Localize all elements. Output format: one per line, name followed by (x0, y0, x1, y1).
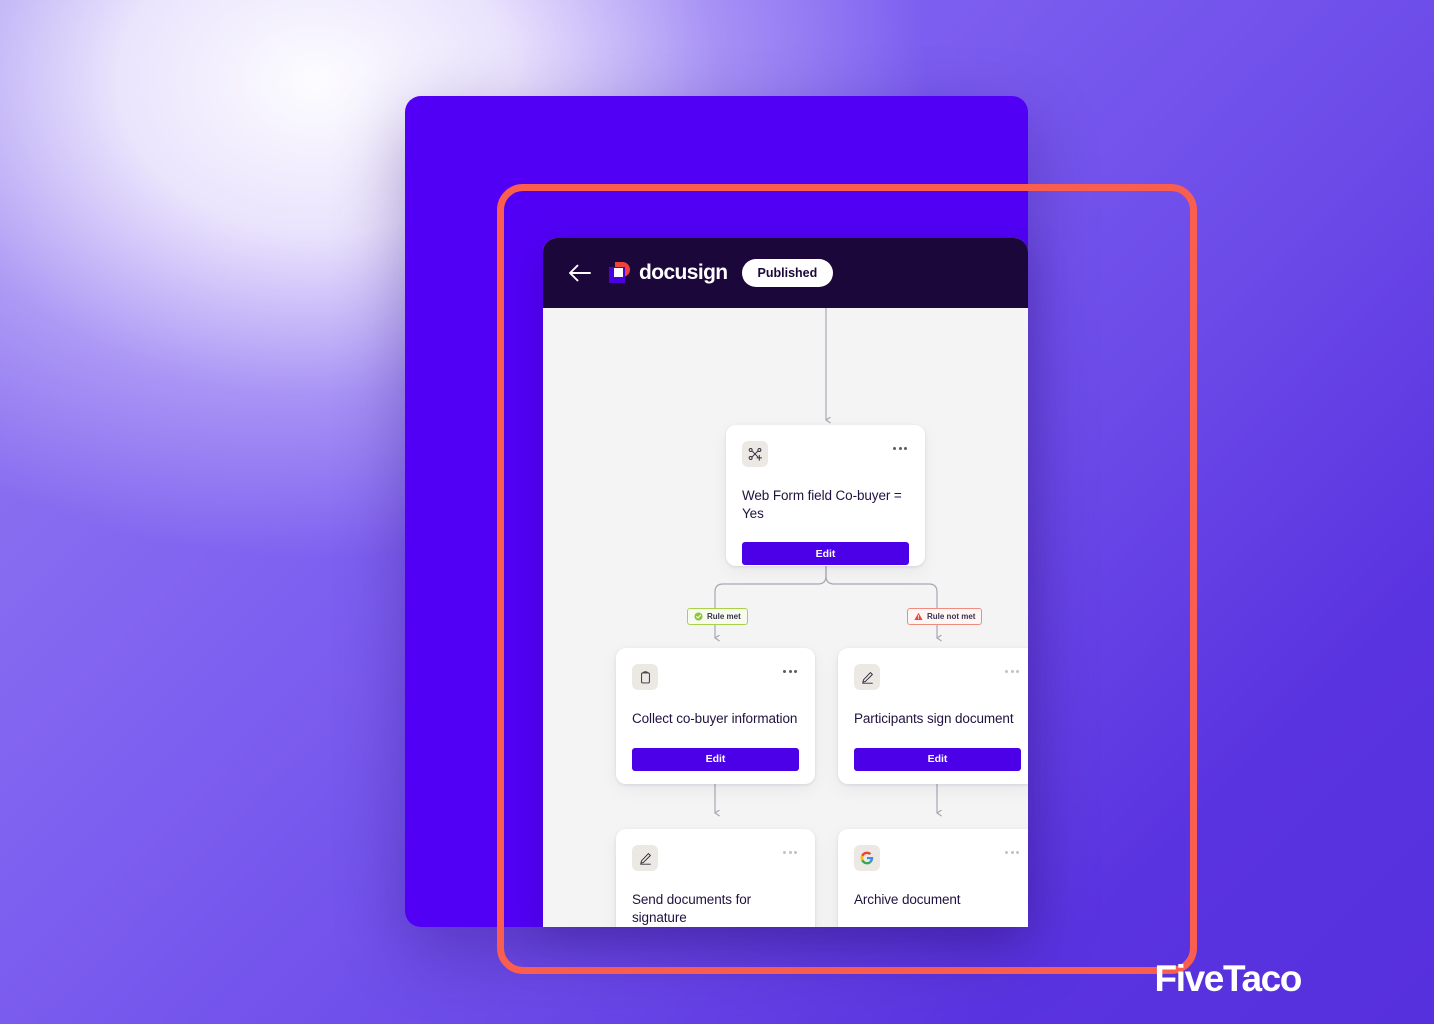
more-options-icon[interactable] (1003, 664, 1021, 679)
card-header (854, 664, 1021, 690)
edit-button[interactable]: Edit (854, 747, 1021, 771)
card-header (632, 664, 799, 690)
pen-edit-icon (854, 664, 880, 690)
more-options-icon[interactable] (1003, 845, 1021, 860)
flow-node-title: Collect co-buyer information (632, 711, 798, 726)
edit-button[interactable]: Edit (742, 542, 909, 566)
fivetaco-wordmark: FiveTaco (1154, 958, 1303, 999)
workflow-canvas[interactable]: Web Form field Co-buyer = Yes Edit Rule … (543, 308, 1028, 927)
flow-node-send-documents[interactable]: Send documents for signature Edit (616, 829, 815, 927)
arrow-left-icon[interactable] (565, 258, 595, 288)
edit-button[interactable]: Edit (632, 747, 799, 771)
flow-node-archive-document[interactable]: Archive document Edit (838, 829, 1028, 927)
check-circle-icon (694, 612, 703, 621)
status-badge-published[interactable]: Published (741, 258, 834, 288)
flow-node-condition[interactable]: Web Form field Co-buyer = Yes Edit (726, 425, 925, 566)
more-options-icon[interactable] (781, 664, 799, 679)
pen-edit-icon (632, 845, 658, 871)
card-header (632, 845, 799, 871)
flow-node-participants-sign[interactable]: Participants sign document Edit (838, 648, 1028, 784)
flow-node-title: Participants sign document (854, 711, 1014, 726)
clipboard-icon (632, 664, 658, 690)
app-window: docusign Published Web Form field Co-buy… (543, 238, 1028, 927)
warning-triangle-icon (914, 612, 923, 620)
app-topbar: docusign Published (543, 238, 1028, 308)
docusign-mark-icon (609, 262, 631, 284)
branch-shuffle-icon (742, 441, 768, 467)
card-header (854, 845, 1021, 871)
branch-label-rule-not-met: Rule not met (907, 608, 983, 625)
more-options-icon[interactable] (891, 441, 909, 456)
flow-node-title: Send documents for signature (632, 892, 752, 925)
branch-label-text: Rule not met (927, 611, 976, 621)
card-header (742, 441, 909, 467)
google-drive-g-icon (854, 845, 880, 871)
brand-wordmark: docusign (639, 261, 728, 284)
branch-label-rule-met: Rule met (687, 608, 748, 625)
flow-node-title: Web Form field Co-buyer = Yes (742, 488, 902, 521)
docusign-logo: docusign (609, 261, 728, 285)
flow-node-collect-co-buyer[interactable]: Collect co-buyer information Edit (616, 648, 815, 784)
branch-label-text: Rule met (707, 611, 741, 621)
flow-node-title: Archive document (854, 892, 961, 907)
more-options-icon[interactable] (781, 845, 799, 860)
